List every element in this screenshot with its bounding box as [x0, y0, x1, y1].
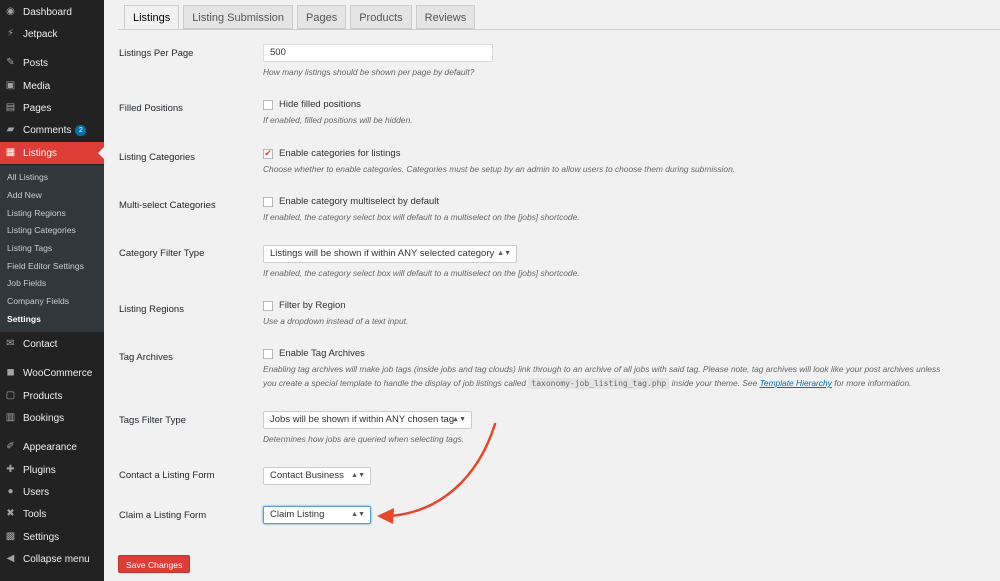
tab-products[interactable]: Products: [350, 5, 412, 29]
submenu-job-fields[interactable]: Job Fields: [7, 276, 46, 290]
category-filter-select[interactable]: Listings will be shown if within ANY sel…: [263, 245, 517, 263]
menu-comments[interactable]: ▰ Comments 2: [0, 119, 104, 141]
menu-plugins[interactable]: ✚ Plugins: [0, 459, 104, 481]
mail-icon: ✉: [6, 338, 15, 349]
dashboard-icon: ◉: [6, 6, 15, 17]
comments-badge: 2: [75, 124, 87, 136]
submenu-listing-categories[interactable]: Listing Categories: [7, 223, 76, 237]
claim-form-select[interactable]: Claim Listing ▲▼: [263, 506, 371, 524]
tag-archives-label: Tag Archives: [119, 352, 173, 363]
submenu-all-listings[interactable]: All Listings: [7, 170, 48, 184]
multiselect-row: Enable category multiselect by default: [263, 196, 439, 207]
tag-archives-desc-line2: you create a special template to handle …: [263, 378, 912, 389]
users-icon: ●: [7, 486, 14, 497]
per-page-input[interactable]: 500: [263, 44, 493, 62]
tab-reviews[interactable]: Reviews: [415, 5, 476, 29]
filter-region-row: Filter by Region: [263, 300, 346, 311]
tag-archives-row: Enable Tag Archives: [263, 348, 365, 359]
filter-type-desc: If enabled, the category select box will…: [263, 268, 580, 278]
menu-pages[interactable]: ▤ Pages: [0, 97, 104, 119]
contact-form-select[interactable]: Contact Business ▲▼: [263, 467, 371, 485]
hide-filled-row: Hide filled positions: [263, 99, 361, 110]
menu-posts[interactable]: ✎ Posts: [0, 52, 104, 74]
submenu-field-editor[interactable]: Field Editor Settings: [7, 259, 84, 273]
pin-icon: ✎: [6, 57, 15, 68]
categories-desc: Choose whether to enable categories. Cat…: [263, 164, 736, 174]
tag-archives-desc-line1: Enabling tag archives will make job tags…: [263, 364, 941, 374]
tag-archives-checkbox[interactable]: [263, 348, 273, 359]
jetpack-icon: ⚡: [6, 28, 15, 39]
tag-filter-select[interactable]: Jobs will be shown if within ANY chosen …: [263, 411, 472, 429]
per-page-label: Listings Per Page: [119, 48, 194, 59]
save-changes-button[interactable]: Save Changes: [118, 555, 191, 573]
select-arrows-icon: ▲▼: [351, 511, 365, 518]
plugin-icon: ✚: [6, 464, 15, 475]
calendar-icon: ▥: [5, 412, 16, 423]
tab-pages[interactable]: Pages: [297, 5, 347, 29]
multiselect-checkbox[interactable]: [263, 196, 273, 207]
products-icon: ▢: [5, 390, 16, 401]
settings-icon: ▩: [5, 531, 16, 542]
wrench-icon: ✖: [6, 508, 15, 519]
media-icon: ▣: [5, 80, 16, 91]
menu-jetpack[interactable]: ⚡ Jetpack: [0, 23, 104, 45]
per-page-desc: How many listings should be shown per pa…: [263, 67, 475, 77]
claim-form-label: Claim a Listing Form: [119, 510, 207, 521]
menu-appearance[interactable]: ✐ Appearance: [0, 436, 104, 458]
settings-tabs: Listings Listing Submission Pages Produc…: [124, 5, 479, 29]
submenu-listing-tags[interactable]: Listing Tags: [7, 241, 52, 255]
tag-filter-desc: Determines how jobs are queried when sel…: [263, 434, 465, 444]
select-arrows-icon: ▲▼: [452, 416, 466, 423]
filter-type-label: Category Filter Type: [119, 248, 205, 259]
menu-listings[interactable]: ▦ Listings: [0, 142, 104, 164]
menu-media[interactable]: ▣ Media: [0, 75, 104, 97]
filled-positions-label: Filled Positions: [119, 103, 183, 114]
hide-filled-checkbox[interactable]: [263, 99, 273, 110]
template-hierarchy-link[interactable]: Template Hierarchy: [760, 378, 832, 388]
categories-label: Listing Categories: [119, 152, 196, 163]
submenu-add-new[interactable]: Add New: [7, 188, 42, 202]
multiselect-label: Multi-select Categories: [119, 200, 216, 211]
woocommerce-icon: ◼: [6, 367, 15, 378]
filled-desc: If enabled, filled positions will be hid…: [263, 115, 413, 125]
menu-users[interactable]: ● Users: [0, 481, 104, 503]
select-arrows-icon: ▲▼: [497, 250, 511, 257]
listings-icon: ▦: [5, 147, 16, 158]
menu-products[interactable]: ▢ Products: [0, 385, 104, 407]
collapse-icon: ◀: [6, 553, 15, 564]
submenu-company-fields[interactable]: Company Fields: [7, 294, 69, 308]
menu-contact[interactable]: ✉ Contact: [0, 333, 104, 355]
submenu-settings[interactable]: Settings: [7, 312, 41, 326]
tab-listing-submission[interactable]: Listing Submission: [183, 5, 294, 29]
admin-sidebar: ◉ Dashboard ⚡ Jetpack ✎ Posts ▣ Media ▤ Pages…: [0, 0, 104, 581]
menu-dashboard[interactable]: ◉ Dashboard: [0, 1, 104, 23]
enable-categories-checkbox[interactable]: ✔: [263, 148, 273, 159]
pages-icon: ▤: [5, 102, 16, 113]
enable-categories-row: ✔ Enable categories for listings: [263, 148, 401, 159]
template-filename: taxonomy-job_listing_tag.php: [528, 378, 670, 389]
regions-label: Listing Regions: [119, 304, 184, 315]
comments-icon: ▰: [6, 124, 15, 135]
collapse-menu[interactable]: ◀ Collapse menu: [0, 548, 104, 570]
tab-listings[interactable]: Listings: [124, 5, 180, 29]
menu-tools[interactable]: ✖ Tools: [0, 503, 104, 525]
filter-region-checkbox[interactable]: [263, 300, 273, 311]
submenu-listing-regions[interactable]: Listing Regions: [7, 206, 66, 220]
listings-submenu: All Listings Add New Listing Regions Lis…: [0, 165, 104, 332]
menu-bookings[interactable]: ▥ Bookings: [0, 407, 104, 429]
annotation-arrow: [377, 422, 497, 524]
select-arrows-icon: ▲▼: [351, 472, 365, 479]
brush-icon: ✐: [6, 441, 15, 452]
tabs-divider: [118, 29, 1000, 30]
regions-desc: Use a dropdown instead of a text input.: [263, 316, 409, 326]
menu-woocommerce[interactable]: ◼ WooCommerce: [0, 362, 104, 384]
menu-settings[interactable]: ▩ Settings: [0, 526, 104, 548]
multiselect-desc: If enabled, the category select box will…: [263, 212, 580, 222]
tag-filter-label: Tags Filter Type: [119, 415, 186, 426]
contact-form-label: Contact a Listing Form: [119, 470, 215, 481]
